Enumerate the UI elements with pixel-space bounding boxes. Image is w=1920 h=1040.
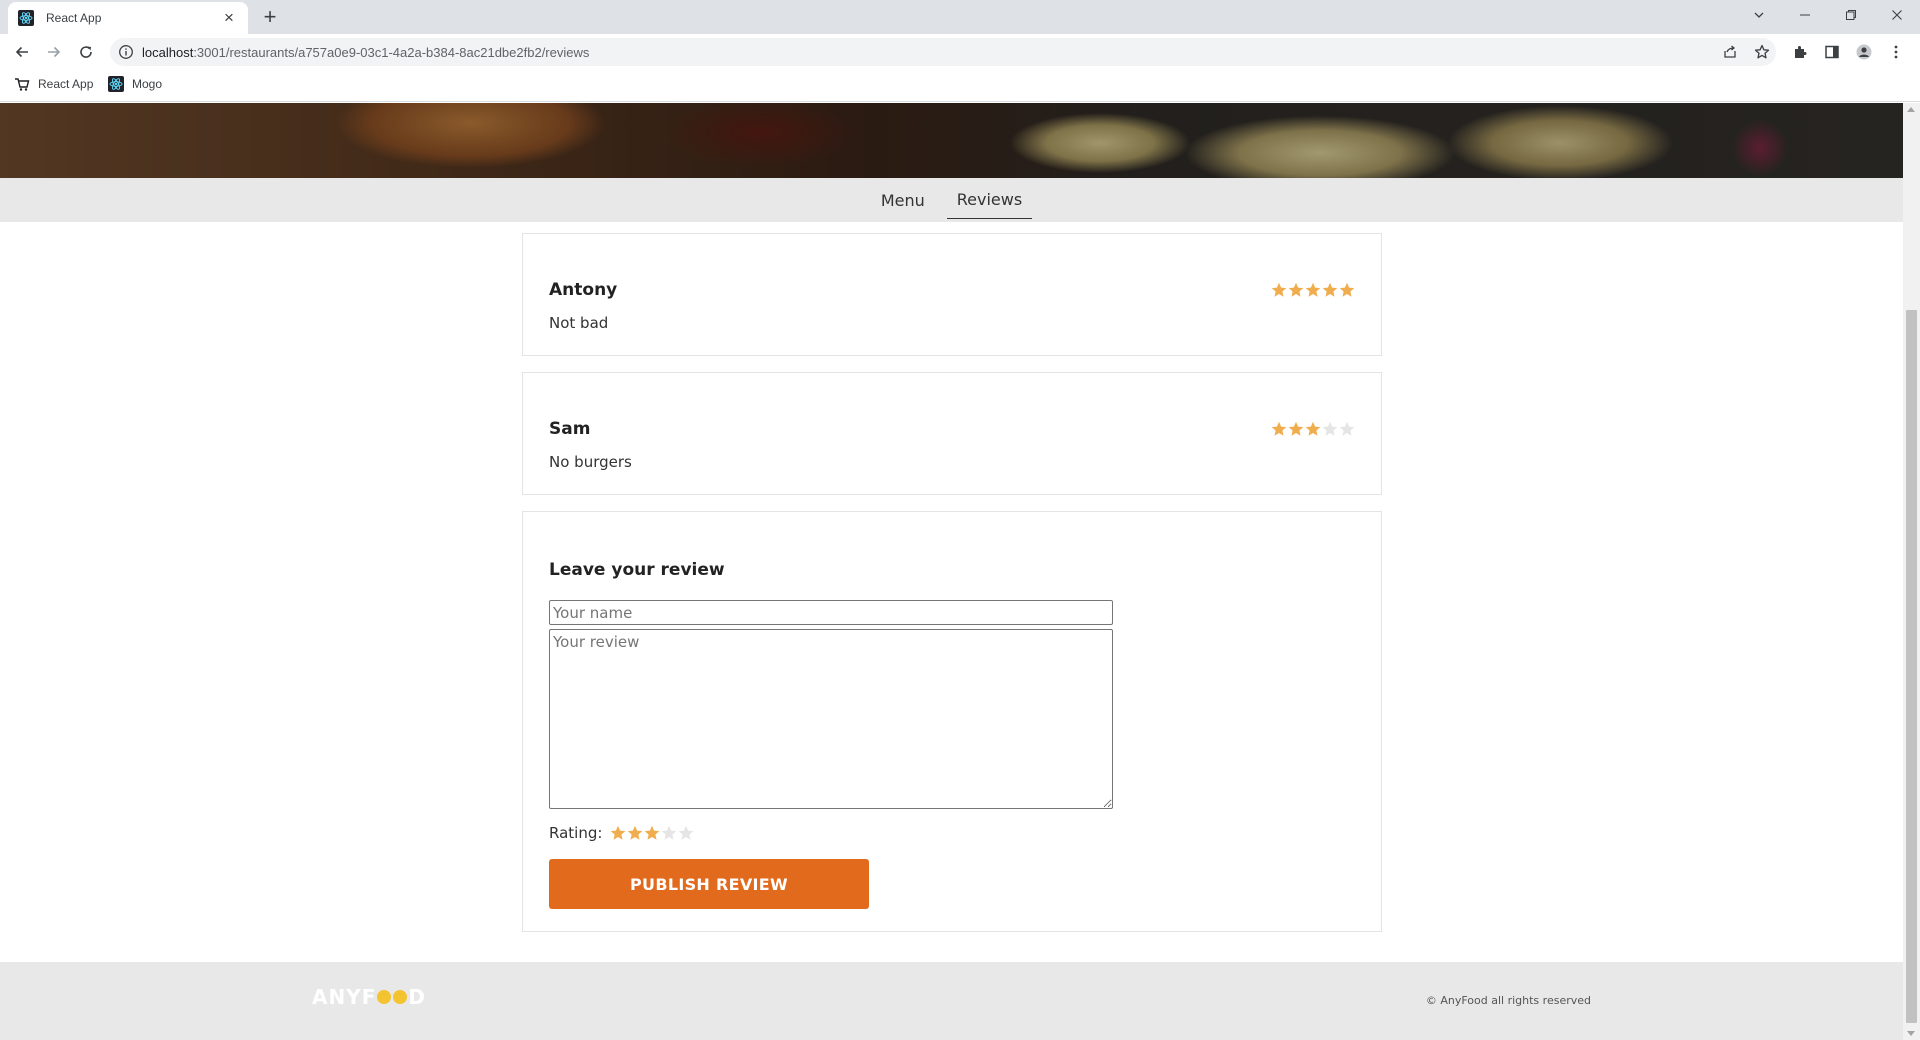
logo-dot — [377, 990, 392, 1004]
star-icon — [1322, 421, 1338, 436]
side-panel-icon[interactable] — [1822, 42, 1842, 62]
star-icon — [1288, 421, 1304, 436]
star-icon — [1288, 282, 1304, 297]
rating-stars — [1271, 282, 1355, 298]
new-tab-icon[interactable]: + — [258, 4, 282, 29]
more-menu-icon[interactable] — [1886, 42, 1906, 62]
star-icon[interactable] — [644, 825, 660, 841]
scroll-thumb[interactable] — [1906, 310, 1917, 1023]
review-textarea[interactable] — [549, 629, 1113, 809]
footer: ANYF D © AnyFood all rights reserved — [0, 962, 1903, 1040]
review-header: Antony — [549, 280, 1355, 300]
review-text: No burgers — [549, 453, 632, 471]
star-icon[interactable] — [627, 825, 643, 841]
extensions-icon[interactable] — [1790, 42, 1810, 62]
reload-icon[interactable] — [74, 40, 98, 64]
star-icon — [1271, 421, 1287, 436]
form-title: Leave your review — [549, 560, 725, 580]
share-icon[interactable] — [1720, 42, 1740, 62]
star-icon[interactable] — [661, 825, 677, 841]
tab-menu[interactable]: Menu — [871, 181, 935, 219]
star-icon[interactable] — [610, 825, 626, 841]
bookmarks-bar: React App Mogo — [0, 70, 1920, 102]
page-scrollbar[interactable] — [1903, 103, 1920, 1040]
browser-toolbar: localhost:3001/restaurants/a757a0e9-03c1… — [0, 34, 1920, 70]
rating-label: Rating: — [549, 824, 603, 842]
browser-tab-strip: React App × + — [0, 0, 1920, 34]
profile-avatar-icon[interactable] — [1854, 42, 1874, 62]
close-tab-icon[interactable]: × — [220, 8, 238, 27]
bookmark-star-icon[interactable] — [1752, 42, 1772, 62]
star-icon — [1322, 282, 1338, 297]
star-icon — [1305, 282, 1321, 297]
logo-text-prefix: ANYF — [312, 985, 377, 1009]
address-bar[interactable]: localhost:3001/restaurants/a757a0e9-03c1… — [110, 38, 1776, 66]
bookmark-mogo[interactable]: Mogo — [108, 76, 162, 92]
reviewer-name: Antony — [549, 280, 618, 300]
name-input[interactable] — [549, 600, 1113, 625]
review-card: Sam No burgers — [522, 372, 1382, 495]
minimize-icon[interactable] — [1782, 0, 1828, 30]
star-icon — [1339, 282, 1355, 297]
page-viewport: Menu Reviews Antony Not bad Sam No burge… — [0, 103, 1903, 1040]
restore-icon[interactable] — [1828, 0, 1874, 30]
site-info-icon[interactable] — [118, 44, 134, 60]
url-path: :3001/restaurants/a757a0e9-03c1-4a2a-b38… — [193, 44, 590, 60]
review-header: Sam — [549, 419, 1355, 439]
close-window-icon[interactable] — [1874, 0, 1920, 30]
review-text: Not bad — [549, 314, 609, 332]
restaurant-hero-image — [0, 103, 1903, 178]
review-form-card: Leave your review Rating: PUBLISH REVIEW — [522, 511, 1382, 932]
copyright-text: © AnyFood all rights reserved — [1425, 994, 1591, 1007]
restaurant-tabs: Menu Reviews — [0, 178, 1903, 222]
react-logo-icon — [108, 76, 124, 92]
rating-input-stars[interactable] — [610, 825, 694, 841]
star-icon[interactable] — [678, 825, 694, 841]
logo-dot — [393, 990, 408, 1004]
tab-search-icon[interactable] — [1736, 0, 1782, 30]
back-arrow-icon[interactable] — [10, 40, 34, 64]
scroll-up-arrow-icon[interactable] — [1907, 107, 1915, 112]
star-icon — [1339, 421, 1355, 436]
url-text: localhost:3001/restaurants/a757a0e9-03c1… — [142, 45, 589, 60]
rating-stars — [1271, 421, 1355, 437]
review-card: Antony Not bad — [522, 233, 1382, 356]
react-app-bookmark-icon — [15, 78, 30, 91]
reviewer-name: Sam — [549, 419, 591, 439]
browser-tab[interactable]: React App × — [8, 2, 248, 34]
star-icon — [1271, 282, 1287, 297]
browser-tab-title: React App — [46, 11, 102, 25]
anyfood-logo[interactable]: ANYF D — [312, 985, 426, 1009]
rating-row: Rating: — [549, 824, 694, 842]
star-icon — [1305, 421, 1321, 436]
publish-review-button[interactable]: PUBLISH REVIEW — [549, 859, 869, 909]
react-logo-icon — [18, 10, 34, 26]
bookmark-label: React App — [38, 77, 94, 91]
scroll-down-arrow-icon[interactable] — [1907, 1031, 1915, 1036]
forward-arrow-icon[interactable] — [42, 40, 66, 64]
logo-text-suffix: D — [408, 985, 426, 1009]
url-host: localhost — [142, 44, 194, 60]
bookmark-label: Mogo — [132, 77, 163, 91]
tab-reviews[interactable]: Reviews — [946, 181, 1033, 219]
bookmark-react-app[interactable]: React App — [14, 76, 93, 92]
